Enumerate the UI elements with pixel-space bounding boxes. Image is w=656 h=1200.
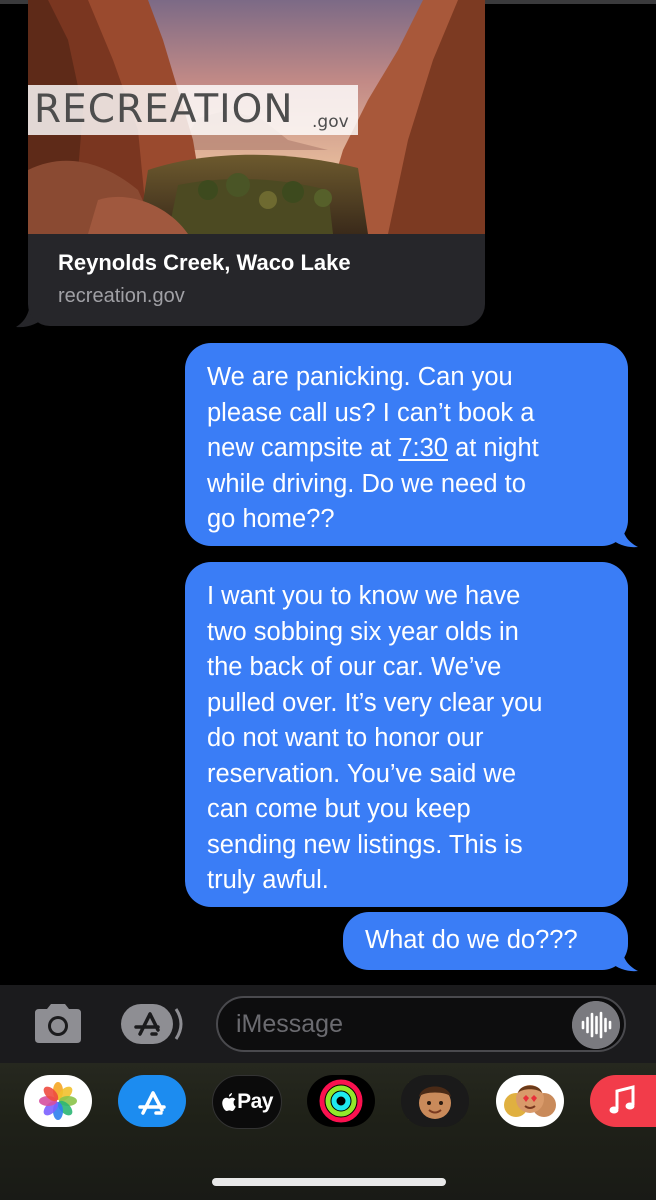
waveform-icon[interactable] bbox=[572, 1001, 620, 1049]
message-line: sending new listings. This is bbox=[207, 830, 523, 859]
photos-icon[interactable] bbox=[24, 1075, 92, 1127]
link-preview-url: recreation.gov bbox=[58, 285, 185, 307]
message-line: please call us? I can’t book a bbox=[207, 398, 535, 427]
link-preview-card[interactable]: RECREATION .gov Reynolds Creek, Waco Lak… bbox=[28, 0, 485, 326]
link-preview-image: RECREATION .gov bbox=[28, 0, 485, 234]
message-line: can come but you keep bbox=[207, 795, 471, 823]
camera-icon[interactable] bbox=[31, 1003, 85, 1045]
message-line: What do we do??? bbox=[365, 926, 578, 954]
brand-logo-domain: .gov bbox=[312, 112, 349, 132]
apple-logo-icon bbox=[222, 1093, 236, 1111]
activity-icon[interactable] bbox=[307, 1075, 375, 1127]
message-line: reservation. You’ve said we bbox=[207, 759, 517, 788]
outgoing-bubble-tail bbox=[610, 522, 638, 548]
memoji-stickers-icon[interactable] bbox=[496, 1075, 564, 1127]
apple-pay-label: Pay bbox=[237, 1090, 273, 1113]
memoji-icon[interactable] bbox=[401, 1075, 469, 1127]
message-line: new campsite at 7:30 at night bbox=[207, 431, 608, 467]
message-line: go home?? bbox=[207, 505, 335, 533]
message-line: I want you to know we have bbox=[207, 582, 521, 610]
outgoing-message-bubble[interactable]: We are panicking. Can you please call us… bbox=[185, 343, 628, 546]
apple-pay-icon[interactable]: Pay bbox=[212, 1075, 282, 1129]
link-preview-title: Reynolds Creek, Waco Lake bbox=[58, 250, 351, 275]
message-line: while driving. Do we need to bbox=[207, 469, 526, 498]
message-line: two sobbing six year olds in bbox=[207, 617, 519, 646]
message-line: do not want to honor our bbox=[207, 724, 484, 752]
message-line: the back of our car. We’ve bbox=[207, 653, 502, 681]
time-link[interactable]: 7:30 bbox=[398, 434, 448, 462]
message-text: at night bbox=[447, 434, 539, 462]
message-line: pulled over. It’s very clear you bbox=[207, 688, 543, 717]
music-icon[interactable] bbox=[590, 1075, 656, 1127]
message-input-placeholder: iMessage bbox=[236, 1010, 343, 1038]
message-line: We are panicking. Can you bbox=[207, 363, 513, 391]
brand-logo-text: RECREATION bbox=[34, 87, 294, 132]
home-indicator[interactable] bbox=[212, 1178, 446, 1186]
app-store-icon[interactable] bbox=[120, 1003, 186, 1045]
outgoing-message-bubble[interactable]: What do we do??? bbox=[343, 912, 628, 970]
message-text: new campsite at bbox=[207, 434, 399, 462]
messages-screen: RECREATION .gov Reynolds Creek, Waco Lak… bbox=[0, 0, 656, 1200]
message-line: truly awful. bbox=[207, 866, 329, 894]
outgoing-message-bubble[interactable]: I want you to know we have two sobbing s… bbox=[185, 562, 628, 907]
outgoing-bubble-tail bbox=[610, 946, 638, 972]
app-store-icon[interactable] bbox=[118, 1075, 186, 1127]
